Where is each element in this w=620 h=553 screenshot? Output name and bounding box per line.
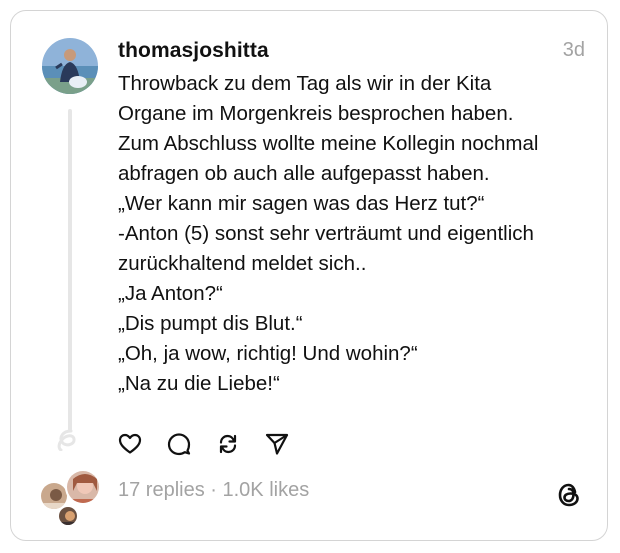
post-text: Throwback zu dem Tag als wir in der Kita… xyxy=(118,69,598,399)
reply-avatar xyxy=(57,505,79,527)
reply-avatar xyxy=(65,469,101,505)
action-bar xyxy=(117,429,313,459)
post-card: thomasjoshitta 3d Throwback zu dem Tag a… xyxy=(10,10,608,541)
comment-icon xyxy=(167,433,191,456)
post-text-line: „Ja Anton?“ xyxy=(118,282,223,305)
likes-count[interactable]: 1.0K likes xyxy=(223,479,310,501)
repost-button[interactable] xyxy=(215,431,241,457)
post-text-line: „Wer kann mir sagen was das Herz tut?“ xyxy=(118,192,485,215)
thread-line xyxy=(68,109,72,431)
share-button[interactable] xyxy=(264,431,290,457)
heart-icon xyxy=(118,433,142,454)
stats-separator: · xyxy=(204,479,223,501)
reply-avatars[interactable] xyxy=(37,469,111,529)
post-text-line: zurückhaltend meldet sich.. xyxy=(118,252,367,275)
post-text-line: abfragen ob auch alle aufgepasst haben. xyxy=(118,162,490,185)
post-text-line: Zum Abschluss wollte meine Kollegin noch… xyxy=(118,132,539,155)
author-avatar[interactable] xyxy=(42,38,98,94)
repost-icon xyxy=(219,434,237,454)
post-text-line: „Oh, ja wow, richtig! Und wohin?“ xyxy=(118,342,418,365)
author-username[interactable]: thomasjoshitta xyxy=(118,39,269,63)
post-timestamp[interactable]: 3d xyxy=(563,39,585,62)
thread-loop-icon xyxy=(57,429,76,451)
post-text-line: Organe im Morgenkreis besprochen haben. xyxy=(118,102,514,125)
reply-button[interactable] xyxy=(166,431,192,457)
replies-count[interactable]: 17 replies xyxy=(118,479,205,501)
post-text-line: „Na zu die Liebe!“ xyxy=(118,372,280,395)
post-text-line: „Dis pumpt dis Blut.“ xyxy=(118,312,303,335)
post-text-line: Throwback zu dem Tag als wir in der Kita xyxy=(118,72,492,95)
share-icon xyxy=(265,433,289,455)
post-text-line: -Anton (5) sonst sehr verträumt und eige… xyxy=(118,222,534,245)
like-button[interactable] xyxy=(117,431,143,457)
threads-logo-icon[interactable] xyxy=(555,481,583,509)
post-stats: 17 replies · 1.0K likes xyxy=(118,479,309,502)
